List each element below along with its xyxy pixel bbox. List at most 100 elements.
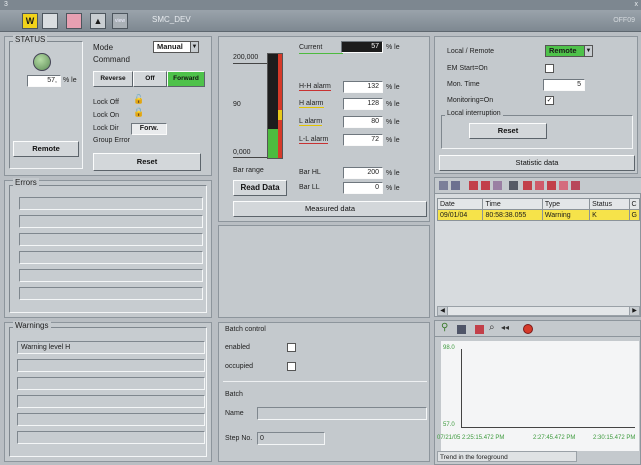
trend-x-label: 07/21/05 2:25:15.472 PM [437,435,505,441]
alarm-list-icon[interactable] [535,181,544,190]
col-time[interactable]: Time [482,198,543,210]
name-label: Name [225,410,244,417]
acknowledge-all-icon[interactable] [481,181,490,190]
cell-c: G [628,209,641,221]
h-alarm-label: H alarm [299,100,324,108]
forward-button[interactable]: Forward [167,71,205,87]
step-no-label: Step No. [225,435,253,442]
occupied-label: occupied [225,363,254,370]
l-alarm-value[interactable]: 80 [343,116,383,128]
bar-hl-unit: % le [386,170,400,177]
measured-data-button[interactable]: Measured data [233,201,427,217]
horizontal-scrollbar[interactable]: ◀ ▶ [437,306,640,316]
red-flag-icon[interactable] [523,181,532,190]
chart-icon[interactable] [66,13,82,29]
middle-empty-panel [218,225,430,318]
status-reset-button[interactable]: Reset [93,153,201,171]
table-row[interactable]: 09/01/04 80:58:38.055 Warning K G [436,209,641,221]
errors-title: Errors [13,178,39,187]
mon-time-value[interactable]: 5 [543,79,585,91]
enabled-checkbox[interactable] [287,343,296,352]
monitoring-checkbox[interactable]: ✓ [545,96,554,105]
bar-mid-label: 90 [233,101,241,108]
h-alarm-value[interactable]: 128 [343,98,383,110]
table-icon[interactable] [457,325,466,334]
status-panel: STATUS 57, % le Remote Mode Manual ▼ Com… [4,35,212,176]
hh-alarm-value[interactable]: 132 [343,81,383,93]
trend-y-bottom: 57.0 [443,422,455,428]
col-date[interactable]: Date [436,198,484,210]
filter-icon[interactable] [493,181,502,190]
scroll-right-icon[interactable]: ▶ [629,307,639,315]
error-row [19,197,203,210]
col-c[interactable]: C [628,198,641,210]
chevron-down-icon: ▼ [584,46,592,56]
acknowledge-icon[interactable] [469,181,478,190]
mode-value: Manual [157,42,183,51]
curves-icon[interactable] [475,325,484,334]
l-alarm-label: L alarm [299,118,323,126]
lock-dir-value: Forw. [131,123,167,135]
occupied-checkbox[interactable] [287,362,296,371]
lock-dir-label: Lock Dir [93,125,119,132]
ll-alarm-value[interactable]: 72 [343,134,383,146]
control-panel: Local / Remote Remote ▼ EM Start=On Mon.… [434,36,638,174]
zoom-icon[interactable]: ⌕ [489,322,495,333]
read-data-button[interactable]: Read Data [233,180,287,196]
status-title: STATUS [13,35,48,44]
print-icon[interactable] [559,181,568,190]
em-start-label: EM Start=On [447,65,488,72]
statistic-data-button[interactable]: Statistic data [439,155,635,171]
warning-row [17,359,205,372]
command-label: Command [93,55,130,64]
h-unit: % le [386,101,400,108]
view-icon[interactable]: view [112,13,128,29]
w-icon[interactable]: W [22,13,38,29]
pin-icon[interactable]: ⚲ [441,322,448,333]
step-no-field[interactable]: 0 [257,432,325,445]
current-value: 57 [341,41,383,53]
local-remote-select[interactable]: Remote ▼ [545,45,593,57]
window-title: 3 [4,1,8,8]
history-icon[interactable] [547,181,556,190]
error-row [19,251,203,264]
level-bar-fill [268,128,278,158]
warning-row [17,431,205,444]
trend-x-label: 2:30:15.472 PM [593,435,636,441]
hh-unit: % le [386,84,400,91]
columns-icon[interactable] [451,181,460,190]
off-button[interactable]: Off [133,71,167,87]
warning-row [17,413,205,426]
col-type[interactable]: Type [541,198,591,210]
cell-date: 09/01/04 [436,209,484,221]
scroll-left-icon[interactable]: ◀ [438,307,448,315]
error-row [19,269,203,282]
play-icon[interactable] [509,181,518,190]
em-start-checkbox[interactable] [545,64,554,73]
current-unit: % le [386,44,400,51]
stop-icon[interactable] [523,324,533,334]
remote-button[interactable]: Remote [13,141,79,157]
config-icon[interactable] [571,181,580,190]
cell-type: Warning [541,209,591,221]
reverse-button[interactable]: Reverse [93,71,133,87]
error-row [19,233,203,246]
local-reset-button[interactable]: Reset [469,123,547,139]
prev-icon[interactable]: ◂◂ [501,323,509,332]
close-icon[interactable]: x [635,0,639,10]
bar-hl-value[interactable]: 200 [343,167,383,179]
mode-select[interactable]: Manual ▼ [153,41,199,53]
batch-panel: Batch control enabled occupied Batch Nam… [218,322,430,462]
bar-ll-value[interactable]: 0 [343,182,383,194]
col-status[interactable]: Status [589,198,630,210]
trend-status-text: Trend in the foreground [440,454,508,461]
toolbar-right-label: OFF09 [613,17,635,24]
faceplate-title: SMC_DEV [152,15,191,24]
up-arrow-icon[interactable]: ▲ [90,13,106,29]
blank-icon[interactable] [42,13,58,29]
batch-name-field[interactable] [257,407,427,420]
trend-x-label: 2:27:45.472 PM [533,435,576,441]
list-icon[interactable] [439,181,448,190]
level-bar [267,53,283,159]
level-bar-warn-strip [278,110,282,121]
